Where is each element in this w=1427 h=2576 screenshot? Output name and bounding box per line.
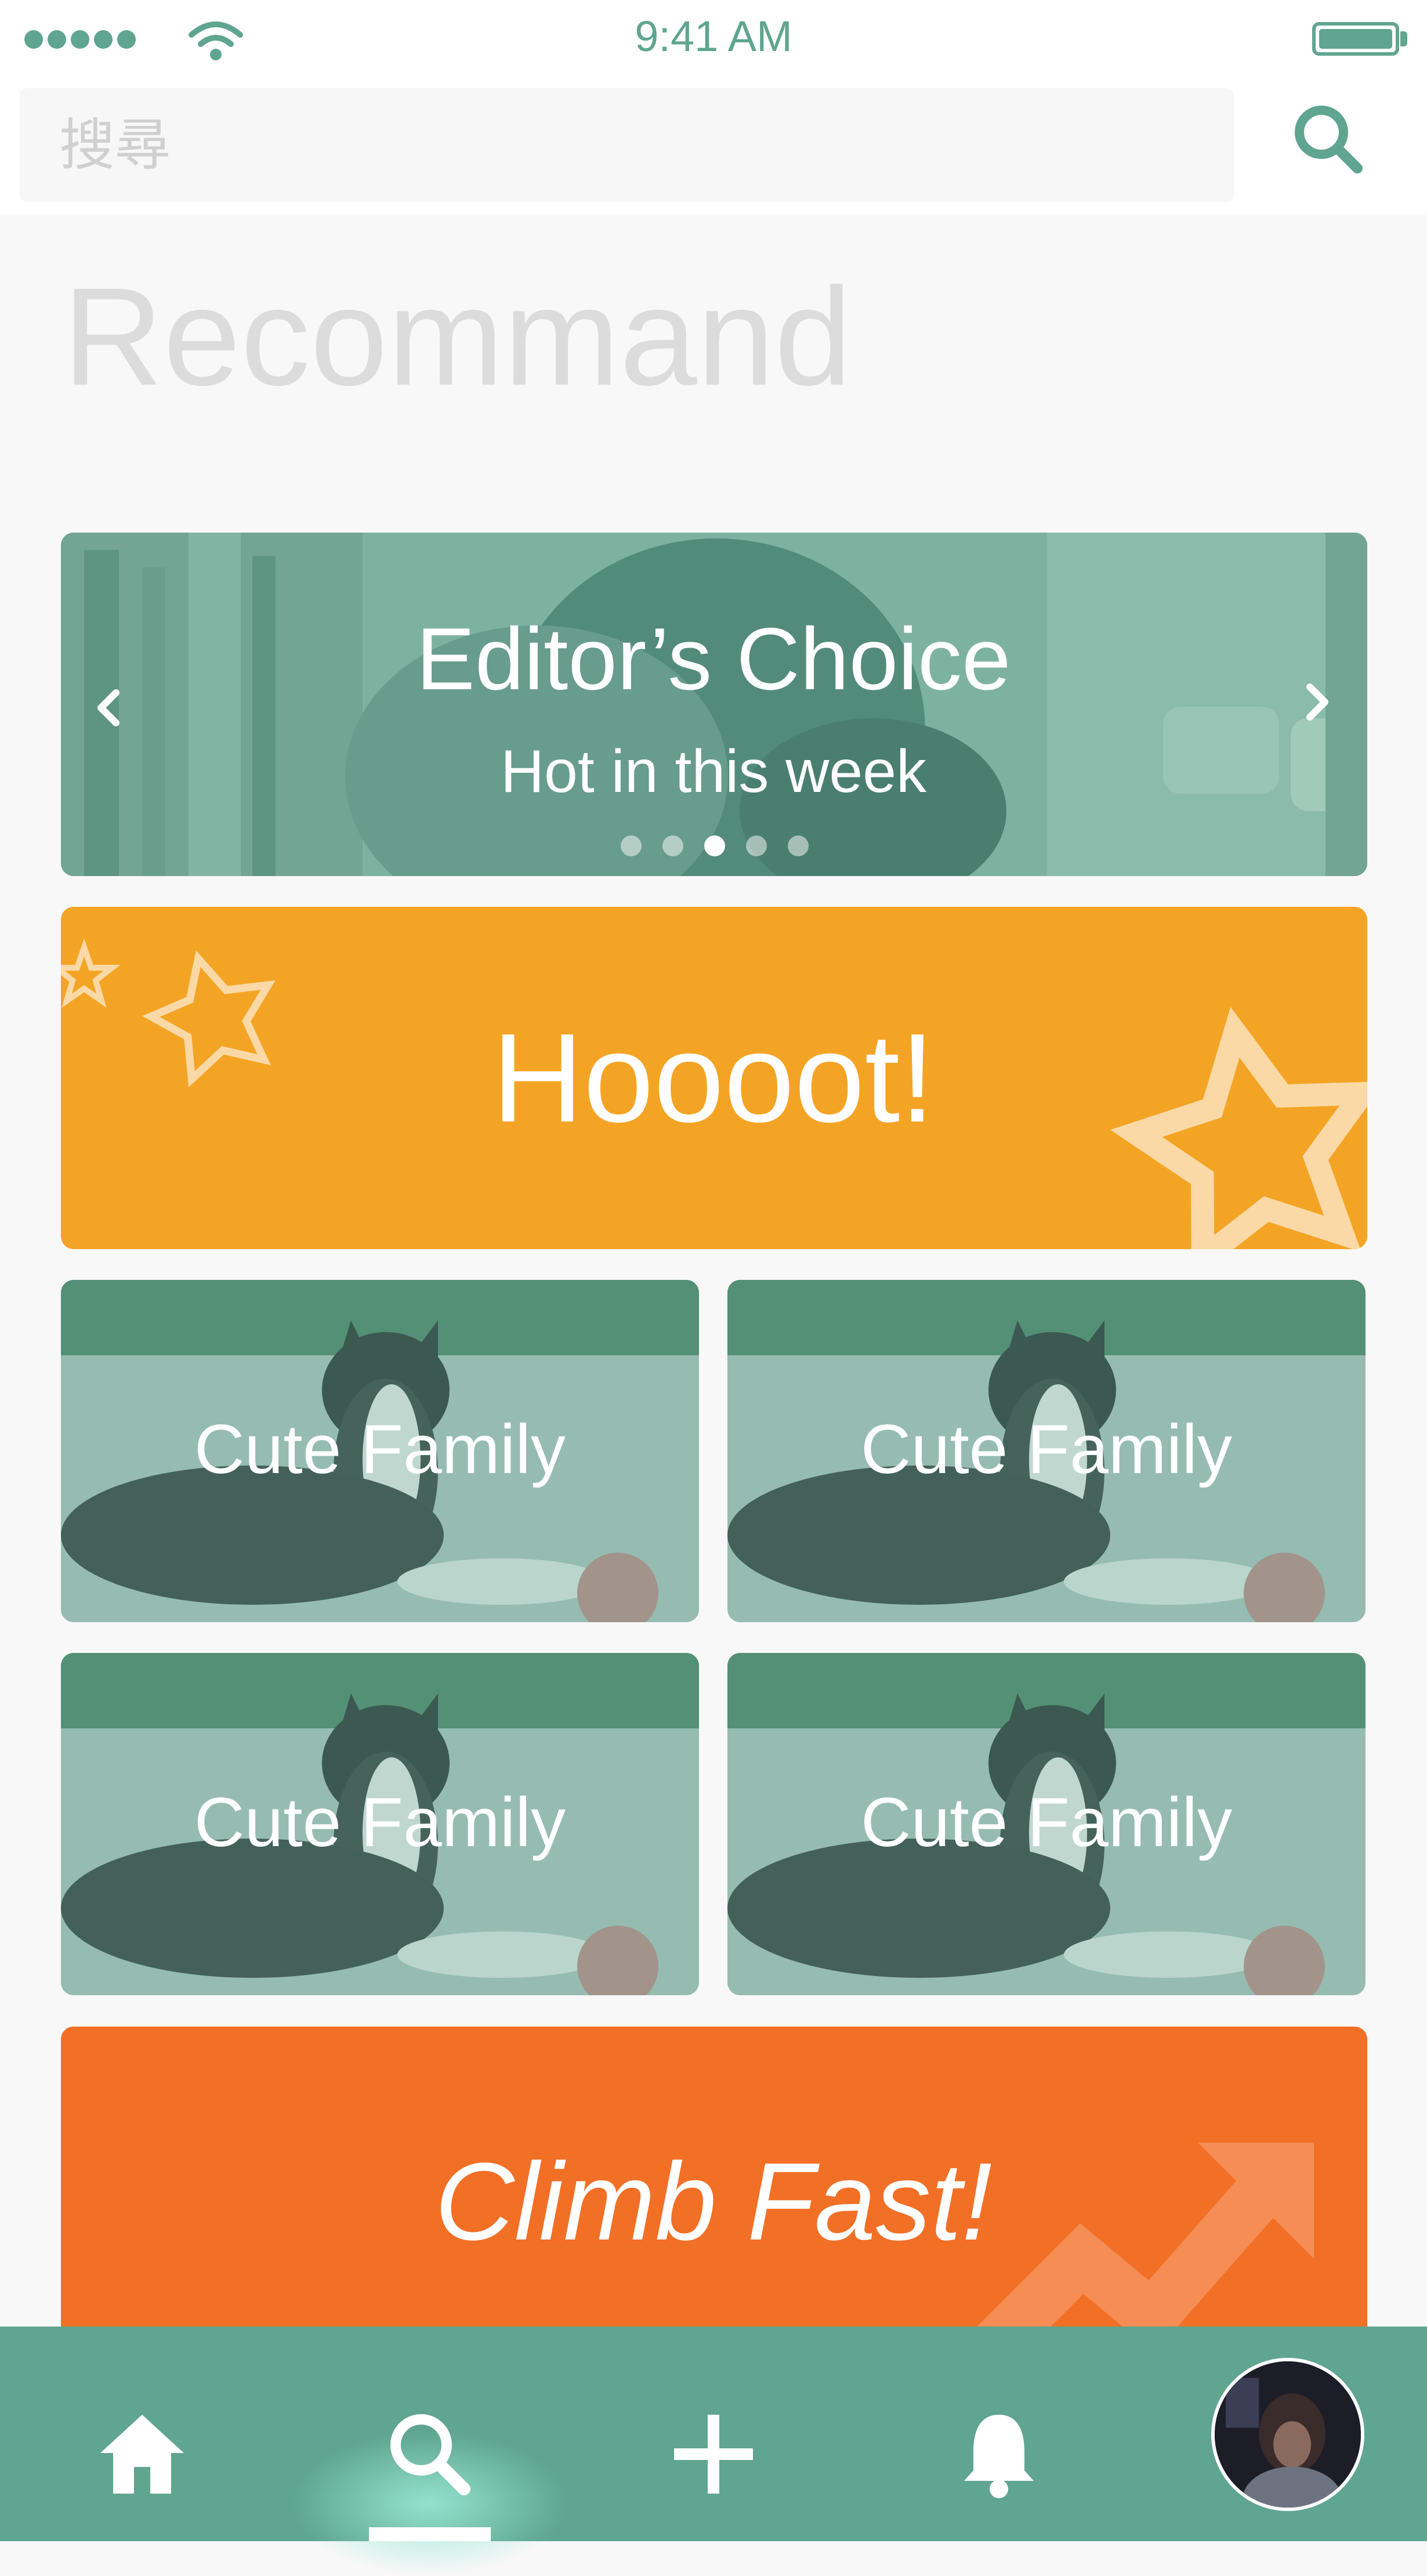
card-label: Cute Family	[194, 1410, 566, 1488]
climb-fast-label: Climb Fast!	[434, 2140, 993, 2263]
battery-cap	[1400, 31, 1407, 46]
card-cute-family[interactable]: Cute Family	[61, 1653, 699, 1995]
card-cute-family[interactable]: Cute Family	[727, 1280, 1366, 1622]
chevron-right-icon[interactable]	[1292, 679, 1339, 725]
avatar[interactable]	[1211, 2358, 1364, 2511]
nav-add-button[interactable]	[661, 2402, 766, 2506]
carousel-dot[interactable]	[662, 835, 683, 856]
active-tab-indicator	[369, 2527, 491, 2541]
status-time: 9:41 AM	[635, 12, 792, 60]
carousel-dot[interactable]	[621, 835, 642, 856]
carousel-dot[interactable]	[788, 835, 809, 856]
carousel-dot[interactable]	[746, 835, 767, 856]
card-cute-family[interactable]: Cute Family	[727, 1653, 1366, 1995]
search-icon	[390, 2414, 470, 2495]
nav-notifications-button[interactable]	[947, 2402, 1051, 2506]
carousel-dot-active[interactable]	[704, 835, 725, 856]
home-icon	[100, 2415, 184, 2494]
profile-photo-image	[1215, 2361, 1361, 2508]
card-cute-family[interactable]: Cute Family	[61, 1280, 699, 1622]
carousel-title: Editor’s Choice	[416, 610, 1011, 708]
nav-search-button[interactable]	[377, 2402, 481, 2506]
nav-home-button[interactable]	[90, 2402, 194, 2506]
chevron-left-icon[interactable]	[87, 685, 133, 731]
bell-icon	[964, 2415, 1034, 2498]
search-input[interactable]	[20, 88, 1234, 202]
battery-icon	[1312, 22, 1399, 56]
card-label: Cute Family	[194, 1783, 566, 1861]
hot-banner-label: Hoooot!	[492, 1008, 935, 1149]
page-title: Recommand	[63, 259, 852, 414]
search-icon[interactable]	[1288, 99, 1369, 180]
carousel-subtitle: Hot in this week	[500, 738, 927, 805]
card-label: Cute Family	[860, 1410, 1233, 1488]
card-label: Cute Family	[860, 1783, 1233, 1861]
plus-icon	[674, 2415, 753, 2494]
